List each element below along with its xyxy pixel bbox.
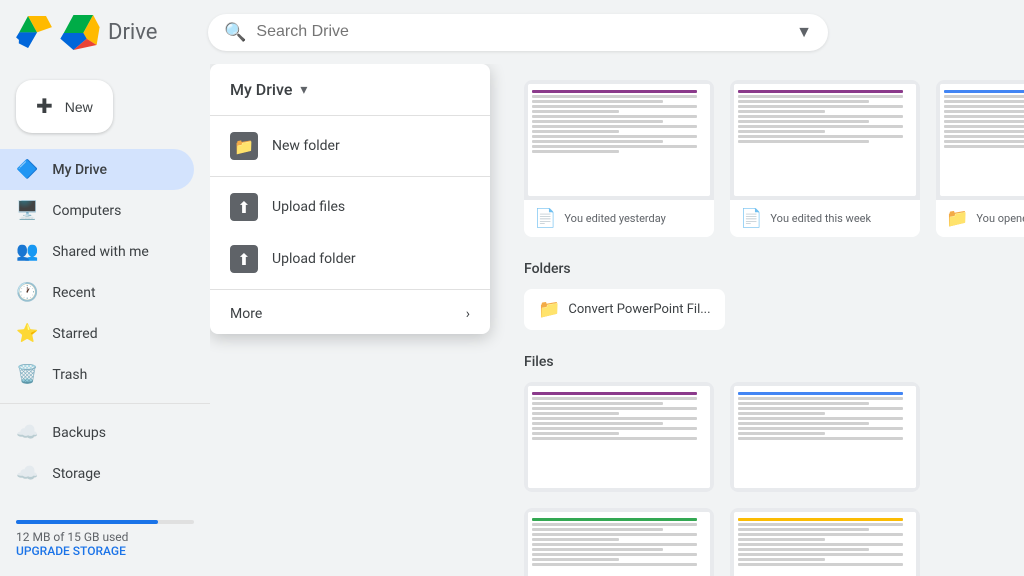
upload-files-icon: ⬆ [230,193,258,221]
sidebar-item-starred[interactable]: ⭐ Starred [0,313,194,354]
dropdown-arrow-icon: ▾ [300,82,307,98]
file-date-0: You edited yesterday [564,212,704,225]
file-footer-1: 📄 You edited this week [730,200,920,237]
sidebar-item-backups-label: Backups [52,425,106,441]
folder-item-icon: 📁 [538,299,560,320]
sidebar-item-computers-label: Computers [52,203,121,219]
sidebar-item-storage[interactable]: ☁️ Storage [0,453,194,494]
dropdown-item-upload-files[interactable]: ⬆ Upload files [210,181,490,233]
bottom-thumb-0 [524,382,714,492]
trash-icon: 🗑️ [16,364,38,385]
backups-icon: ☁️ [16,422,38,443]
dropdown-item-more[interactable]: More › [210,294,490,334]
sidebar-section-2: ☁️ Backups ☁️ Storage [0,403,210,494]
bottom-file-card-3[interactable] [730,508,920,576]
file-date-1: You edited this week [770,212,910,225]
sidebar-item-my-drive-label: My Drive [52,162,107,178]
suggested-file-card-2[interactable]: 📁 You opened this month [936,80,1024,237]
dropdown-divider-1 [210,115,490,116]
new-folder-label: New folder [272,138,340,154]
topbar: Drive 🔍 ▼ [0,0,1024,64]
recent-icon: 🕐 [16,282,38,303]
folder-icon-2: 📁 [946,208,968,229]
doc-icon-0: 📄 [534,208,556,229]
sidebar-item-recent-label: Recent [52,285,95,301]
sidebar-item-shared[interactable]: 👥 Shared with me [0,231,194,272]
file-footer-0: 📄 You edited yesterday [524,200,714,237]
sidebar-item-backups[interactable]: ☁️ Backups [0,412,194,453]
upload-folder-label: Upload folder [272,251,356,267]
shared-icon: 👥 [16,241,38,262]
sidebar-item-computers[interactable]: 🖥️ Computers [0,190,194,231]
upgrade-storage-link[interactable]: UPGRADE STORAGE [16,544,194,558]
main-layout: ✚ New 🔷 My Drive 🖥️ Computers 👥 Shared w… [0,64,1024,576]
bottom-thumb-2 [524,508,714,576]
bottom-file-card-0[interactable] [524,382,714,492]
storage-text: 12 MB of 15 GB used [16,530,194,544]
main-content: 📄 You edited yesterday [524,80,1000,576]
doc-icon-1: 📄 [740,208,762,229]
search-bar[interactable]: 🔍 ▼ [208,14,828,51]
sidebar-item-trash[interactable]: 🗑️ Trash [0,354,194,395]
more-label: More [230,306,262,322]
dropdown-divider-3 [210,289,490,290]
new-button-label: New [65,99,93,115]
search-icon: 🔍 [224,22,246,43]
sidebar-item-trash-label: Trash [52,367,87,383]
storage-bar-fill [16,520,158,524]
suggested-file-card-0[interactable]: 📄 You edited yesterday [524,80,714,237]
starred-icon: ⭐ [16,323,38,344]
file-info-1: You edited this week [770,212,910,225]
file-thumb-1 [730,80,920,200]
search-input[interactable] [256,23,786,41]
suggested-files-grid: 📄 You edited yesterday [524,80,1000,237]
storage-bar [16,520,194,524]
folder-item-name: Convert PowerPoint Fil... [568,302,710,317]
folders-section-title: Folders [524,261,1000,277]
dropdown-header: My Drive ▾ [210,64,490,111]
sidebar-item-storage-label: Storage [52,466,100,482]
storage-section: 12 MB of 15 GB used UPGRADE STORAGE [0,502,210,570]
dropdown-item-upload-folder[interactable]: ⬆ Upload folder [210,233,490,285]
file-date-2: You opened this month [976,212,1024,225]
plus-icon: ✚ [36,94,53,119]
folder-row: 📁 Convert PowerPoint Fil... [524,289,1000,330]
files-section-title: Files [524,354,1000,370]
suggested-file-card-1[interactable]: 📄 You edited this week [730,80,920,237]
more-chevron-icon: › [466,306,470,322]
search-dropdown-icon[interactable]: ▼ [796,22,812,42]
dropdown-divider-2 [210,176,490,177]
bottom-thumb-3 [730,508,920,576]
file-footer-2: 📁 You opened this month [936,200,1024,237]
bottom-file-card-1[interactable] [730,382,920,492]
storage-icon: ☁️ [16,463,38,484]
sidebar-item-my-drive[interactable]: 🔷 My Drive [0,149,194,190]
new-button[interactable]: ✚ New [16,80,113,133]
dropdown-item-new-folder[interactable]: 📁 New folder [210,120,490,172]
bottom-thumb-1 [730,382,920,492]
sidebar-item-recent[interactable]: 🕐 Recent [0,272,194,313]
sidebar-item-starred-label: Starred [52,326,97,342]
sidebar: ✚ New 🔷 My Drive 🖥️ Computers 👥 Shared w… [0,64,210,576]
file-info-2: You opened this month [976,212,1024,225]
bottom-files-grid [524,382,1000,576]
sidebar-item-shared-label: Shared with me [52,244,148,260]
dropdown-title: My Drive [230,80,292,99]
new-folder-icon: 📁 [230,132,258,160]
file-thumb-0 [524,80,714,200]
drive-logo-svg [60,15,100,50]
folder-item-convert[interactable]: 📁 Convert PowerPoint Fil... [524,289,725,330]
dropdown-menu: My Drive ▾ 📁 New folder ⬆ Upload files ⬆… [210,64,490,334]
computers-icon: 🖥️ [16,200,38,221]
bottom-file-card-2[interactable] [524,508,714,576]
drive-logo-icon [16,16,52,48]
app-title: Drive [108,20,157,45]
upload-folder-icon: ⬆ [230,245,258,273]
file-info-0: You edited yesterday [564,212,704,225]
upload-files-label: Upload files [272,199,345,215]
file-thumb-2 [936,80,1024,200]
content-area: My Drive ▾ 📁 New folder ⬆ Upload files ⬆… [210,64,1024,576]
logo-area: Drive [16,15,196,50]
my-drive-icon: 🔷 [16,159,38,180]
